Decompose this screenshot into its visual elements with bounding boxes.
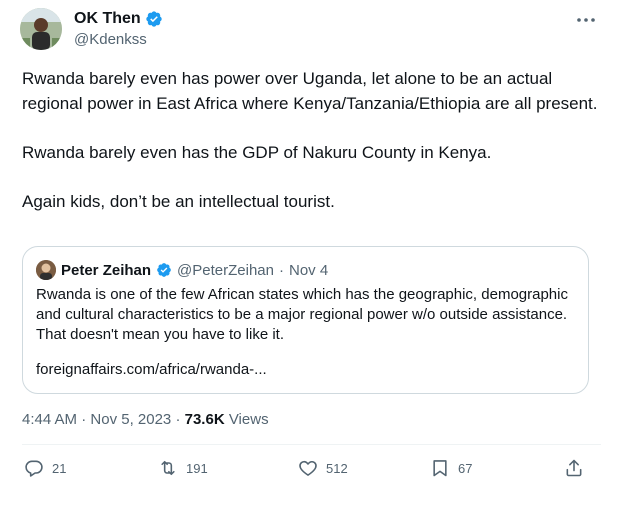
share-icon xyxy=(566,459,582,477)
bookmark-count: 67 xyxy=(458,460,473,476)
verified-badge-icon xyxy=(145,11,162,27)
tweet-paragraph: Rwanda barely even has the GDP of Nakuru… xyxy=(22,143,492,162)
views-label: Views xyxy=(228,411,269,428)
author-name-text: OK Then xyxy=(74,10,141,27)
tweet-paragraph: Again kids, don’t be an intellectual tou… xyxy=(22,192,335,211)
more-options-button[interactable] xyxy=(573,10,599,30)
reply-button[interactable]: 21 xyxy=(24,458,66,478)
author-avatar[interactable] xyxy=(20,8,62,50)
reply-icon xyxy=(25,460,43,477)
quoted-tweet-link[interactable]: foreignaffairs.com/africa/rwanda-... xyxy=(36,361,267,378)
retweet-icon xyxy=(161,460,175,476)
quoted-tweet[interactable]: Peter Zeihan @PeterZeihan · Nov 4 Rwanda… xyxy=(22,246,589,394)
tweet-time[interactable]: 4:44 AM xyxy=(22,411,77,428)
author-display-name[interactable]: OK Then xyxy=(74,10,163,28)
meta-separator: · xyxy=(175,411,181,428)
quoted-tweet-text: Rwanda is one of the few African states … xyxy=(36,286,568,343)
tweet-card: OK Then @Kdenkss Rwanda barely even has … xyxy=(0,0,623,506)
retweet-count: 191 xyxy=(186,460,208,476)
like-count: 512 xyxy=(326,460,348,476)
quoted-separator: · xyxy=(278,261,284,279)
verified-badge-icon xyxy=(157,263,171,277)
meta-separator: · xyxy=(81,411,87,428)
heart-icon xyxy=(299,460,317,476)
tweet-date[interactable]: Nov 5, 2023 xyxy=(90,411,171,428)
bookmark-button[interactable]: 67 xyxy=(430,458,472,478)
quoted-tweet-header: Peter Zeihan @PeterZeihan · Nov 4 xyxy=(36,260,328,280)
action-bar: 21 191 512 67 xyxy=(22,458,592,484)
quoted-author-avatar xyxy=(36,260,56,280)
share-button[interactable] xyxy=(564,458,584,478)
views-count: 73.6K xyxy=(184,411,225,428)
like-button[interactable]: 512 xyxy=(298,458,348,478)
retweet-button[interactable]: 191 xyxy=(158,458,208,478)
tweet-paragraph: Rwanda barely even has power over Uganda… xyxy=(22,69,598,113)
bookmark-icon xyxy=(433,460,447,477)
quoted-author-name: Peter Zeihan xyxy=(61,261,152,279)
reply-count: 21 xyxy=(52,460,67,476)
tweet-meta: 4:44 AM · Nov 5, 2023 · 73.6K Views xyxy=(22,411,269,428)
tweet-text: Rwanda barely even has power over Uganda… xyxy=(22,66,602,238)
quoted-author-handle: @PeterZeihan xyxy=(177,261,274,279)
more-horizontal-icon xyxy=(577,18,595,22)
divider xyxy=(22,444,601,445)
author-handle[interactable]: @Kdenkss xyxy=(74,31,147,48)
quoted-date: Nov 4 xyxy=(288,261,329,279)
